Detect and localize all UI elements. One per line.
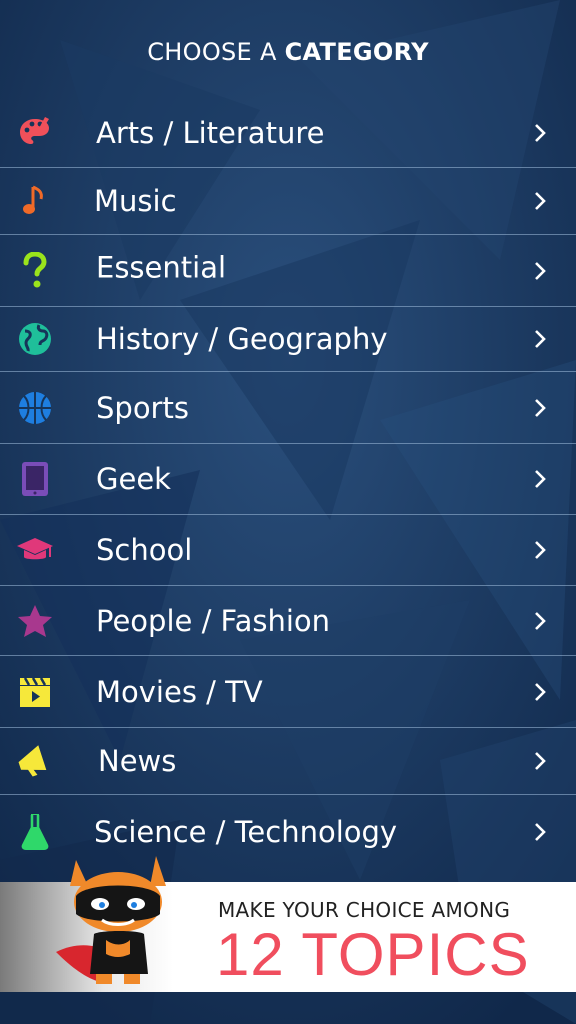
music-note-icon [14, 180, 56, 222]
globe-icon [14, 318, 56, 360]
chevron-right-icon [535, 752, 546, 770]
category-label: Movies / TV [96, 674, 263, 709]
category-news[interactable]: News [0, 728, 576, 795]
chevron-right-icon [535, 123, 546, 142]
category-school[interactable]: School [0, 515, 576, 586]
category-geek[interactable]: Geek [0, 444, 576, 515]
category-music[interactable]: Music [0, 168, 576, 235]
category-essential[interactable]: Essential [0, 235, 576, 307]
chevron-right-icon [535, 611, 546, 630]
question-mark-icon [14, 250, 56, 292]
chevron-right-icon [535, 470, 546, 488]
cat-mascot-icon [56, 856, 166, 984]
category-label: People / Fashion [96, 603, 331, 638]
clapperboard-icon [14, 671, 56, 713]
chevron-right-icon [535, 823, 546, 841]
tablet-icon [14, 458, 56, 500]
chevron-right-icon [535, 541, 546, 559]
category-label: History / Geography [96, 322, 388, 356]
title-bold: CATEGORY [284, 38, 429, 66]
flask-icon [14, 811, 56, 853]
category-history-geography[interactable]: History / Geography [0, 307, 576, 372]
chevron-right-icon [535, 261, 546, 280]
page-title: CHOOSE A CATEGORY [0, 0, 576, 100]
chevron-right-icon [535, 330, 546, 348]
chevron-right-icon [535, 398, 546, 417]
category-label: Arts / Literature [96, 115, 325, 150]
chevron-right-icon [535, 682, 546, 701]
category-arts-literature[interactable]: Arts / Literature [0, 98, 576, 168]
category-movies-tv[interactable]: Movies / TV [0, 656, 576, 728]
chevron-right-icon [535, 192, 546, 210]
category-label: Essential [96, 250, 227, 285]
title-prefix: CHOOSE A [147, 38, 277, 66]
banner-subtitle: MAKE YOUR CHOICE AMONG [218, 898, 511, 922]
category-label: Sports [96, 390, 189, 425]
category-label: School [96, 533, 193, 567]
basketball-icon [14, 387, 56, 429]
palette-icon [14, 112, 56, 154]
category-list: Arts / Literature Music Essential Histor… [0, 98, 576, 869]
category-label: Geek [96, 462, 171, 496]
category-people-fashion[interactable]: People / Fashion [0, 586, 576, 656]
category-label: Music [94, 184, 177, 218]
category-sports[interactable]: Sports [0, 372, 576, 444]
banner-title: 12 TOPICS [216, 921, 530, 988]
category-label: News [98, 744, 177, 778]
megaphone-icon [14, 740, 56, 782]
graduation-cap-icon [14, 529, 56, 571]
category-label: Science / Technology [94, 815, 398, 849]
star-icon [14, 600, 56, 642]
